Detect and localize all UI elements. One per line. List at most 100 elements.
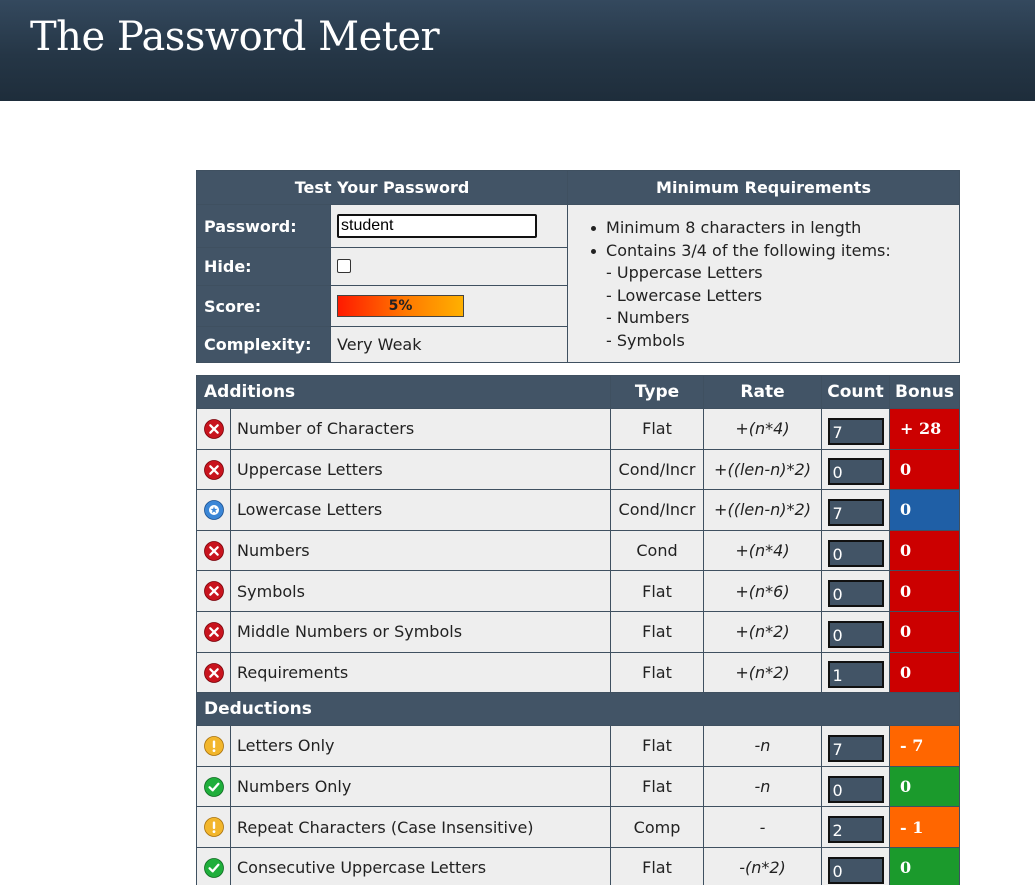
bonus-value: - 7 bbox=[889, 725, 960, 767]
criterion-type: Flat bbox=[610, 610, 704, 653]
criterion-rate: -(n*2) bbox=[703, 846, 822, 885]
bonus-value: 0 bbox=[889, 529, 960, 572]
pass-check-icon bbox=[203, 858, 224, 878]
count-field: 2 bbox=[827, 816, 884, 844]
criterion-type: Flat bbox=[610, 725, 704, 767]
fail-x-icon bbox=[203, 581, 224, 602]
type-header: Type bbox=[610, 375, 704, 409]
bonus-value: + 28 bbox=[889, 408, 960, 450]
criterion-rate: -n bbox=[703, 765, 822, 808]
requirement-item: - Uppercase Letters bbox=[606, 263, 763, 282]
additions-header: Additions bbox=[196, 375, 611, 409]
criterion-rate: +(n*2) bbox=[703, 610, 822, 653]
table-row: Consecutive Uppercase Letters Flat -(n*2) 0… bbox=[196, 846, 960, 885]
bonus-value: 0 bbox=[889, 570, 960, 612]
criterion-type: Cond bbox=[610, 529, 704, 572]
scoring-table: Additions Type Rate Count Bonus Number o… bbox=[196, 375, 960, 885]
requirement-item: - Symbols bbox=[606, 330, 685, 350]
bonus-header: Bonus bbox=[889, 375, 960, 409]
password-label: Password: bbox=[196, 204, 331, 248]
table-row: Repeat Characters (Case Insensitive) Comp… bbox=[196, 806, 960, 848]
criterion-type: Comp bbox=[610, 806, 704, 848]
test-password-table: Test Your Password Minimum Requirements … bbox=[195, 170, 961, 363]
table-row: Symbols Flat +(n*6) 0 0 bbox=[196, 570, 960, 612]
password-input[interactable] bbox=[337, 214, 537, 238]
table-row: Letters Only Flat -n 7- 7 bbox=[196, 725, 960, 767]
criterion-name: Uppercase Letters bbox=[230, 448, 611, 491]
count-field: 0 bbox=[827, 539, 884, 567]
criterion-name: Numbers bbox=[230, 529, 611, 572]
complexity-label: Complexity: bbox=[196, 326, 331, 363]
rate-header: Rate bbox=[703, 375, 822, 409]
exceptional-star-icon bbox=[203, 500, 224, 521]
count-field: 7 bbox=[827, 734, 884, 762]
count-field: 7 bbox=[827, 417, 884, 445]
requirement-item: Minimum 8 characters in length bbox=[591, 217, 959, 240]
criterion-name: Symbols bbox=[230, 570, 611, 612]
fail-x-icon bbox=[203, 459, 224, 480]
count-field: 0 bbox=[827, 580, 884, 608]
criterion-name: Middle Numbers or Symbols bbox=[230, 610, 611, 653]
fail-x-icon bbox=[203, 662, 224, 683]
count-header: Count bbox=[821, 375, 890, 409]
count-field: 0 bbox=[827, 620, 884, 648]
bonus-value: 0 bbox=[889, 846, 960, 885]
bonus-value: - 1 bbox=[889, 806, 960, 848]
count-field: 7 bbox=[827, 498, 884, 526]
criterion-rate: +(n*6) bbox=[703, 570, 822, 612]
table-row: Lowercase Letters Cond/Incr +((len-n)*2) 7 0 bbox=[196, 489, 960, 531]
requirement-item: - Numbers bbox=[606, 308, 690, 327]
hide-label: Hide: bbox=[196, 247, 331, 286]
bonus-value: 0 bbox=[889, 651, 960, 694]
criterion-rate: - bbox=[703, 806, 822, 848]
min-requirements-heading: Minimum Requirements bbox=[567, 170, 961, 205]
requirement-item: - Lowercase Letters bbox=[606, 285, 763, 305]
criterion-rate: +(n*2) bbox=[703, 651, 822, 694]
table-row: Numbers Only Flat -n 0 0 bbox=[196, 765, 960, 808]
criterion-name: Letters Only bbox=[230, 725, 611, 767]
criterion-name: Number of Characters bbox=[230, 408, 611, 450]
count-field: 0 bbox=[827, 775, 884, 803]
criterion-type: Flat bbox=[610, 408, 704, 450]
table-row: Numbers Cond +(n*4) 0 0 bbox=[196, 529, 960, 572]
criterion-name: Requirements bbox=[230, 651, 611, 694]
criterion-rate: +((len-n)*2) bbox=[703, 448, 822, 491]
criterion-rate: -n bbox=[703, 725, 822, 767]
criterion-type: Cond/Incr bbox=[610, 448, 704, 491]
page-title: The Password Meter bbox=[30, 14, 440, 60]
fail-x-icon bbox=[203, 622, 224, 642]
test-password-heading: Test Your Password bbox=[195, 170, 569, 205]
criterion-rate: +(n*4) bbox=[703, 408, 822, 450]
bonus-value: 0 bbox=[889, 610, 960, 653]
bonus-value: 0 bbox=[889, 489, 960, 531]
criterion-type: Flat bbox=[610, 651, 704, 694]
criterion-name: Numbers Only bbox=[230, 765, 611, 808]
bonus-value: 0 bbox=[889, 765, 960, 808]
criterion-type: Flat bbox=[610, 765, 704, 808]
score-bar: 5% bbox=[337, 295, 464, 317]
criterion-type: Flat bbox=[610, 570, 704, 612]
count-field: 0 bbox=[827, 458, 884, 486]
table-row: Requirements Flat +(n*2) 1 0 bbox=[196, 651, 960, 694]
criterion-rate: +((len-n)*2) bbox=[703, 489, 822, 531]
pass-check-icon bbox=[203, 776, 224, 797]
requirements-list: Minimum 8 characters in length Contains 3… bbox=[567, 204, 961, 363]
fail-x-icon bbox=[203, 540, 224, 561]
site-header: The Password Meter bbox=[0, 0, 1035, 101]
count-field: 1 bbox=[827, 661, 884, 689]
count-field: 0 bbox=[827, 856, 884, 884]
criterion-name: Lowercase Letters bbox=[230, 489, 611, 531]
hide-checkbox[interactable] bbox=[337, 258, 351, 273]
fail-x-icon bbox=[203, 419, 224, 439]
warning-icon bbox=[203, 817, 224, 838]
deductions-header: Deductions bbox=[196, 692, 960, 727]
criterion-name: Consecutive Uppercase Letters bbox=[230, 846, 611, 885]
bonus-value: 0 bbox=[889, 448, 960, 491]
criterion-type: Flat bbox=[610, 846, 704, 885]
table-row: Number of Characters Flat +(n*4) 7 + 28 bbox=[196, 408, 960, 450]
complexity-value: Very Weak bbox=[329, 326, 569, 363]
score-label: Score: bbox=[196, 285, 331, 327]
warning-icon bbox=[203, 736, 224, 757]
table-row: Uppercase Letters Cond/Incr +((len-n)*2) 0 0 bbox=[196, 448, 960, 491]
criterion-rate: +(n*4) bbox=[703, 529, 822, 572]
